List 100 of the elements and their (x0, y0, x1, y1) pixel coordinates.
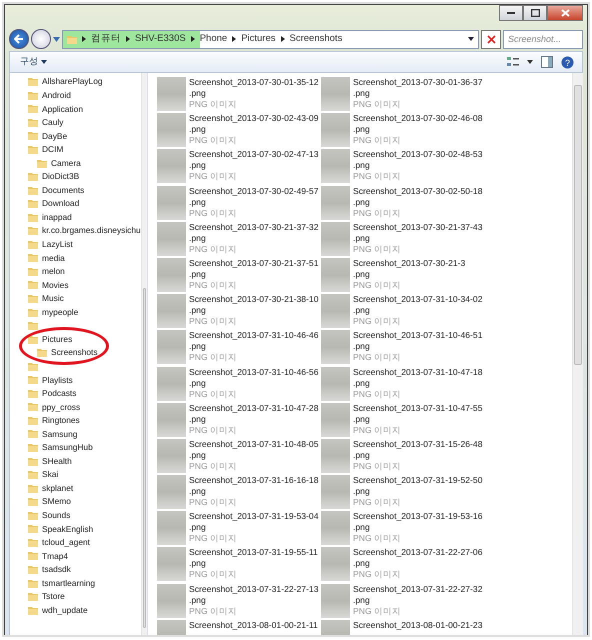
folder-label[interactable]: kr.co.brgames.disneysichu (42, 224, 141, 238)
file-name[interactable]: Screenshot_2013-07-31-10-46-46 (189, 330, 318, 342)
thumbnail-placeholder[interactable] (321, 186, 350, 220)
caret-icon[interactable] (527, 60, 533, 64)
folder-label[interactable]: ppy_cross (42, 400, 80, 414)
thumbnail-placeholder[interactable] (157, 366, 186, 400)
back-button[interactable] (9, 29, 29, 49)
help-icon[interactable]: ? (561, 56, 574, 68)
folder-label[interactable]: DCIM (42, 143, 64, 156)
file-name[interactable]: Screenshot_2013-07-31-10-47-55 (353, 402, 482, 414)
folder-label[interactable]: Pictures (42, 332, 72, 346)
folder-label[interactable]: AllsharePlayLog (42, 75, 103, 88)
thumbnail-placeholder[interactable] (157, 222, 186, 256)
file-name[interactable]: Screenshot_2013-07-31-22-27-32 (353, 584, 482, 595)
dropdown-caret-icon[interactable] (468, 37, 474, 41)
file-name[interactable]: Screenshot_2013-08-01-00-21-23 (353, 620, 482, 631)
thumbnail-placeholder[interactable] (321, 113, 350, 148)
thumbnail-placeholder[interactable] (321, 547, 350, 582)
folder-label[interactable]: melon (42, 265, 65, 278)
file-name[interactable]: Screenshot_2013-07-30-02-46-08 (353, 113, 482, 124)
breadcrumb-item[interactable]: Pictures (241, 32, 276, 46)
folder-label[interactable]: Skai (42, 468, 58, 481)
thumbnail-placeholder[interactable] (157, 475, 186, 510)
chevron-icon[interactable] (126, 36, 130, 42)
breadcrumb-item[interactable]: SHV-E330S (135, 32, 186, 46)
chevron-icon[interactable] (280, 36, 285, 42)
file-name[interactable]: Screenshot_2013-07-31-16-16-18 (189, 475, 318, 486)
thumbnail-placeholder[interactable] (321, 475, 350, 510)
chevron-icon[interactable] (190, 36, 195, 42)
search-field[interactable]: Screenshot... (503, 30, 583, 48)
thumbnail-placeholder[interactable] (321, 294, 350, 328)
file-name[interactable]: Screenshot_2013-07-31-19-53-16 (353, 511, 482, 522)
folder-label[interactable]: Ringtones (42, 414, 80, 427)
file-name[interactable]: Screenshot_2013-07-31-10-46-56 (189, 366, 318, 378)
file-name[interactable]: Screenshot_2013-07-30-21-37-51 (189, 258, 318, 269)
folder-label[interactable]: Samsung (42, 428, 78, 440)
folder-label[interactable]: LazyList (42, 238, 73, 251)
file-name[interactable]: Screenshot_2013-07-30-02-47-13 (189, 149, 318, 160)
folder-label[interactable]: tsadsdk (42, 563, 71, 576)
breadcrumb-item[interactable]: Screenshots (290, 32, 342, 46)
breadcrumb-item[interactable]: 컴퓨터 (91, 32, 121, 46)
file-name[interactable]: Screenshot_2013-07-31-22-27-13 (189, 584, 318, 595)
file-name[interactable]: Screenshot_2013-07-30-01-36-37 (353, 77, 482, 88)
thumbnail-placeholder[interactable] (157, 511, 186, 546)
folder-label[interactable]: mypeople (42, 306, 78, 318)
thumbnail-placeholder[interactable] (157, 113, 186, 148)
preview-pane-icon[interactable] (541, 56, 553, 68)
file-name[interactable]: Screenshot_2013-07-31-19-55-11 (189, 547, 318, 558)
file-name[interactable]: Screenshot_2013-07-30-01-35-12 (189, 77, 318, 88)
folder-label[interactable]: Podcasts (42, 387, 76, 400)
thumbnail-placeholder[interactable] (321, 149, 350, 184)
folder-label[interactable]: SHealth (42, 454, 72, 468)
file-name[interactable]: Screenshot_2013-07-31-10-47-28 (189, 402, 318, 414)
chevron-icon[interactable] (232, 36, 236, 42)
thumbnail-placeholder[interactable] (157, 402, 186, 437)
file-name[interactable]: Screenshot_2013-07-30-21-38-10 (189, 294, 318, 306)
scrollbar-thumb[interactable] (574, 85, 582, 365)
chevron-icon[interactable] (82, 36, 86, 42)
folder-label[interactable]: tcloud_agent (42, 536, 90, 549)
folder-label[interactable]: Music (42, 292, 64, 305)
file-name[interactable]: Screenshot_2013-07-30-21-37-43 (353, 222, 482, 233)
thumbnail-placeholder[interactable] (321, 222, 350, 256)
file-name[interactable]: Screenshot_2013-07-30-02-48-53 (353, 149, 482, 160)
folder-label[interactable]: media (42, 252, 65, 264)
thumbnail-placeholder[interactable] (157, 77, 186, 111)
folder-label[interactable]: Application (42, 102, 83, 116)
breadcrumb-item[interactable]: Phone (200, 32, 228, 46)
thumbnail-placeholder[interactable] (321, 77, 350, 111)
file-name[interactable]: Screenshot_2013-07-31-22-27-06 (353, 547, 482, 558)
scrollbar-thumb[interactable] (142, 288, 146, 628)
thumbnail-placeholder[interactable] (321, 584, 350, 618)
stop-button[interactable] (481, 30, 501, 48)
folder-label[interactable]: Movies (42, 278, 69, 292)
thumbnail-placeholder[interactable] (157, 186, 186, 220)
scrollbar[interactable] (572, 73, 583, 635)
file-name[interactable]: Screenshot_2013-07-31-10-34-02 (353, 294, 482, 306)
thumbnail-placeholder[interactable] (321, 438, 350, 473)
maximize-button[interactable] (523, 5, 547, 21)
thumbnail-placeholder[interactable] (157, 330, 186, 364)
folder-label[interactable]: Screenshots (51, 346, 98, 360)
file-name[interactable]: Screenshot_2013-07-31-10-46-51 (353, 330, 482, 342)
file-name[interactable]: Screenshot_2013-07-30-21-3 (353, 258, 466, 269)
folder-label[interactable]: SamsungHub (42, 441, 93, 454)
folder-label[interactable]: DayBe (42, 130, 68, 142)
thumbnail-placeholder[interactable] (321, 511, 350, 546)
thumbnail-placeholder[interactable] (321, 366, 350, 400)
thumbnail-placeholder[interactable] (157, 294, 186, 328)
file-name[interactable]: Screenshot_2013-07-30-21-37-32 (189, 222, 318, 233)
folder-label[interactable]: Documents (42, 184, 84, 196)
thumbnail-placeholder[interactable] (321, 330, 350, 364)
folder-label[interactable]: Sounds (42, 508, 70, 522)
close-button[interactable] (547, 5, 583, 21)
file-name[interactable]: Screenshot_2013-07-30-02-43-09 (189, 113, 318, 124)
folder-label[interactable]: Tmap4 (42, 550, 68, 562)
folder-label[interactable]: Camera (51, 156, 81, 170)
folder-label[interactable]: Android (42, 89, 71, 102)
thumbnail-placeholder[interactable] (321, 258, 350, 292)
thumbnail-placeholder[interactable] (157, 584, 186, 618)
folder-label[interactable]: SMemo (42, 495, 71, 508)
folder-label[interactable]: Tstore (42, 590, 65, 603)
